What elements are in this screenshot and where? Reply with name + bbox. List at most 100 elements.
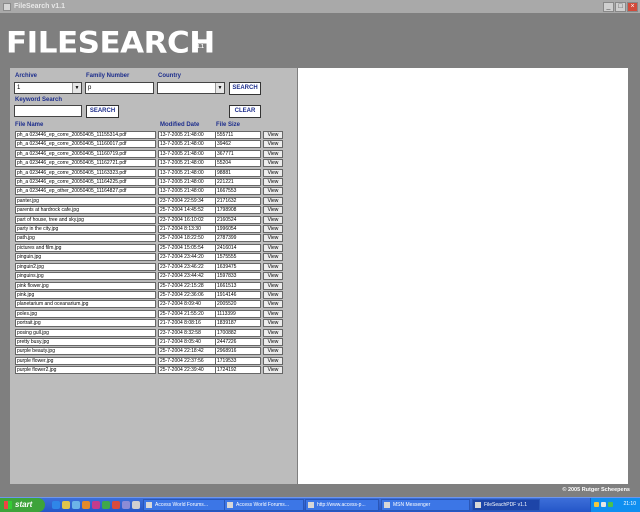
file-size-cell: 98881 bbox=[215, 168, 261, 177]
app-version: v1.1 bbox=[194, 44, 204, 50]
access-icon bbox=[475, 502, 481, 508]
file-name-cell: posing gull.jpg bbox=[15, 328, 156, 337]
file-size-cell: 2447226 bbox=[215, 337, 261, 346]
column-header-modified-date: Modified Date bbox=[160, 122, 200, 128]
view-button[interactable]: View bbox=[263, 140, 283, 149]
modified-date-cell: 21-7-2004 8:05:40 bbox=[158, 337, 220, 346]
quicklaunch-app-icon[interactable] bbox=[112, 501, 120, 509]
modified-date-cell: 23-7-2004 23:44:42 bbox=[158, 272, 220, 281]
quicklaunch-desktop-icon[interactable] bbox=[72, 501, 80, 509]
view-button[interactable]: View bbox=[263, 131, 283, 139]
file-size-cell: 2787399 bbox=[215, 234, 261, 243]
view-button[interactable]: View bbox=[263, 178, 283, 187]
file-name-cell: pink.jpg bbox=[15, 290, 156, 299]
file-name-cell: pink flower.jpg bbox=[15, 281, 156, 290]
modified-date-cell: 13-7-2005 21:48:00 bbox=[158, 131, 220, 139]
view-button[interactable]: View bbox=[263, 262, 283, 271]
archive-label: Archive bbox=[15, 73, 38, 79]
clear-button[interactable]: CLEAR bbox=[229, 105, 261, 118]
quicklaunch-app-icon[interactable] bbox=[92, 501, 100, 509]
view-button[interactable]: View bbox=[263, 328, 283, 337]
modified-date-cell: 23-7-2004 23:46:22 bbox=[158, 262, 220, 271]
taskbar-item-filesearch[interactable]: FileSeachPDF v1.1 bbox=[472, 499, 540, 511]
view-button[interactable]: View bbox=[263, 347, 283, 356]
file-name-cell: pinguin.jpg bbox=[15, 253, 156, 262]
taskbar-item-label: Access World Forums... bbox=[236, 502, 289, 508]
file-name-cell: purple flower.jpg bbox=[15, 356, 156, 365]
quicklaunch-app-icon[interactable] bbox=[122, 501, 130, 509]
file-size-cell: 1724192 bbox=[215, 366, 261, 375]
chevron-down-icon[interactable]: ▼ bbox=[72, 83, 81, 93]
view-button[interactable]: View bbox=[263, 300, 283, 309]
modified-date-cell: 13-7-2005 21:48:00 bbox=[158, 140, 220, 149]
file-size-cell: 1839187 bbox=[215, 319, 261, 328]
close-button[interactable]: × bbox=[627, 1, 638, 12]
app-logo: FILESEARCH bbox=[6, 25, 215, 61]
tray-icon[interactable] bbox=[608, 502, 613, 507]
family-number-input[interactable]: p bbox=[85, 82, 154, 94]
tray-icon[interactable] bbox=[601, 502, 606, 507]
country-select[interactable]: ▼ bbox=[157, 82, 225, 94]
archive-select[interactable]: 1 ▼ bbox=[14, 82, 82, 94]
view-button[interactable]: View bbox=[263, 253, 283, 262]
quicklaunch-folder-icon[interactable] bbox=[62, 501, 70, 509]
view-button[interactable]: View bbox=[263, 149, 283, 158]
view-button[interactable]: View bbox=[263, 243, 283, 252]
view-button[interactable]: View bbox=[263, 337, 283, 346]
view-button[interactable]: View bbox=[263, 356, 283, 365]
minimize-button[interactable]: _ bbox=[603, 1, 614, 12]
view-button[interactable]: View bbox=[263, 309, 283, 318]
app-header: FILESEARCH v1.1 bbox=[0, 13, 640, 68]
view-button[interactable]: View bbox=[263, 272, 283, 281]
view-button[interactable]: View bbox=[263, 159, 283, 168]
taskbar-item-access-world-2[interactable]: Access World Forums... bbox=[224, 499, 304, 511]
view-button[interactable]: View bbox=[263, 281, 283, 290]
file-size-cell: 2160524 bbox=[215, 215, 261, 224]
quicklaunch-ie-icon[interactable] bbox=[52, 501, 60, 509]
file-size-cell: 2005520 bbox=[215, 300, 261, 309]
app-icon bbox=[3, 2, 11, 11]
view-button[interactable]: View bbox=[263, 187, 283, 196]
view-button[interactable]: View bbox=[263, 290, 283, 299]
modified-date-cell: 13-7-2005 21:48:00 bbox=[158, 159, 220, 168]
file-name-cell: ph_a 023446_ep_corre_20050405_11155314.p… bbox=[15, 131, 156, 139]
quicklaunch-app-icon[interactable] bbox=[132, 501, 140, 509]
start-button[interactable]: start bbox=[0, 498, 45, 512]
modified-date-cell: 25-7-2004 14:45:52 bbox=[158, 206, 220, 215]
modified-date-cell: 13-7-2005 21:48:00 bbox=[158, 168, 220, 177]
quicklaunch-media-icon[interactable] bbox=[82, 501, 90, 509]
keyword-search-input[interactable] bbox=[14, 105, 82, 117]
keyword-search-button[interactable]: SEARCH bbox=[86, 105, 119, 118]
file-name-cell: planetarium and oceanarium.jpg bbox=[15, 300, 156, 309]
column-header-file-name: File Name bbox=[15, 122, 44, 128]
modified-date-cell: 23-7-2004 23:44:20 bbox=[158, 253, 220, 262]
file-name-cell: ph_a 023446_ep_corre_20050405_11162721.p… bbox=[15, 159, 156, 168]
view-button[interactable]: View bbox=[263, 366, 283, 375]
view-button[interactable]: View bbox=[263, 234, 283, 243]
view-button[interactable]: View bbox=[263, 168, 283, 177]
file-size-cell: 221221 bbox=[215, 178, 261, 187]
chevron-down-icon[interactable]: ▼ bbox=[215, 83, 224, 93]
view-button[interactable]: View bbox=[263, 225, 283, 234]
view-button[interactable]: View bbox=[263, 196, 283, 205]
view-button[interactable]: View bbox=[263, 206, 283, 215]
view-button[interactable]: View bbox=[263, 319, 283, 328]
search-button[interactable]: SEARCH bbox=[229, 82, 261, 95]
modified-date-cell: 25-7-2004 22:18:42 bbox=[158, 347, 220, 356]
file-size-cell: 1575555 bbox=[215, 253, 261, 262]
maximize-button[interactable]: □ bbox=[615, 1, 626, 12]
file-name-cell: portrait.jpg bbox=[15, 319, 156, 328]
ie-icon bbox=[146, 502, 152, 508]
taskbar-item-msn-messenger[interactable]: MSN Messenger bbox=[381, 499, 470, 511]
quicklaunch-msn-icon[interactable] bbox=[102, 501, 110, 509]
taskbar-item-access-p[interactable]: http://www.access-p... bbox=[305, 499, 379, 511]
file-name-cell: pinguins.jpg bbox=[15, 272, 156, 281]
file-name-cell: party in the city.jpg bbox=[15, 225, 156, 234]
file-name-cell: part of house, tree and sky.jpg bbox=[15, 215, 156, 224]
view-button[interactable]: View bbox=[263, 215, 283, 224]
taskbar-item-access-world-1[interactable]: Access World Forums... bbox=[143, 499, 230, 511]
file-size-cell: 1798908 bbox=[215, 206, 261, 215]
msn-icon bbox=[384, 502, 390, 508]
tray-icon[interactable] bbox=[594, 502, 599, 507]
copyright-text: © 2005 Rutger Scheepens bbox=[562, 487, 630, 493]
